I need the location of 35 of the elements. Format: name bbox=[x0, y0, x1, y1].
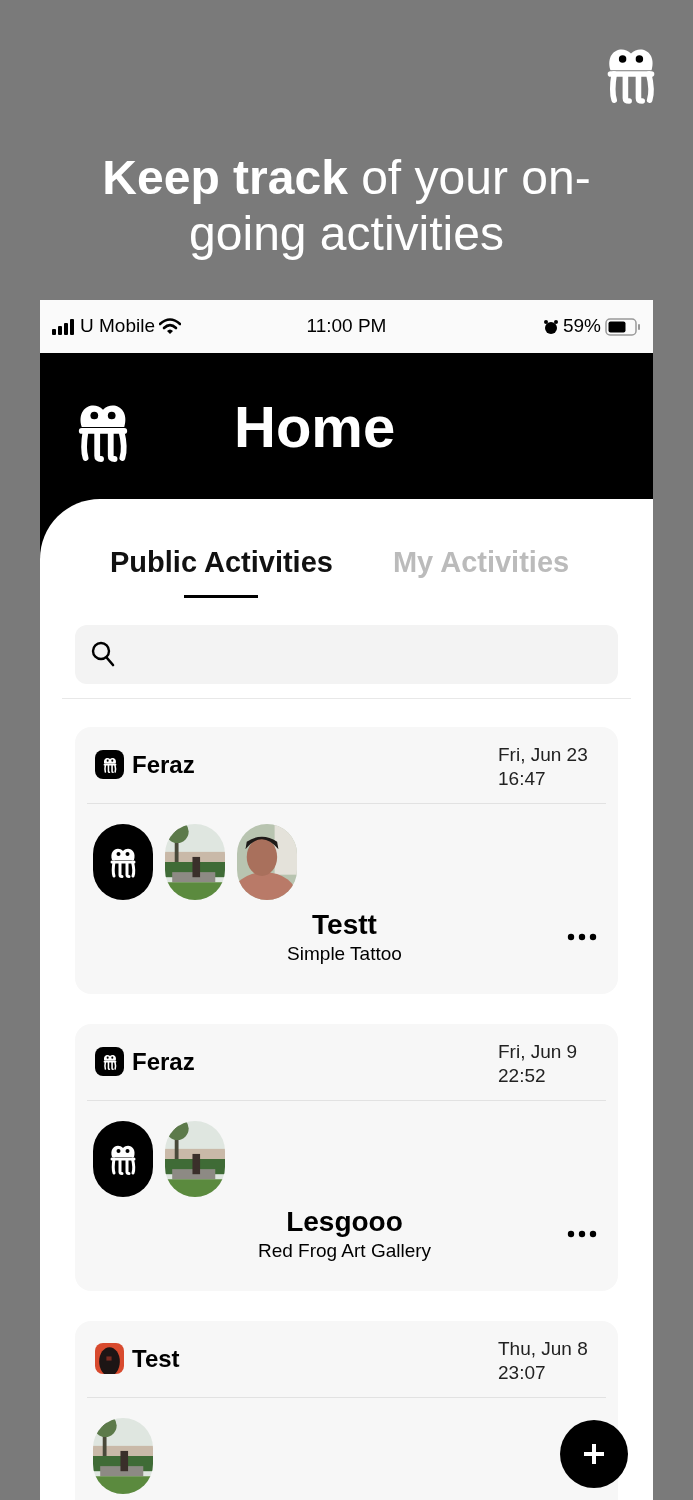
alarm-icon bbox=[542, 318, 559, 335]
activity-date: Fri, Jun 9 bbox=[498, 1039, 579, 1064]
participant-avatar[interactable] bbox=[93, 1120, 153, 1197]
activity-card[interactable]: Test Thu, Jun 8 23:07 bbox=[75, 1320, 618, 1500]
battery-percent: 59% bbox=[562, 314, 601, 339]
activity-subtitle: Red Frog Art Gallery bbox=[257, 1238, 432, 1263]
wifi-icon bbox=[159, 318, 181, 335]
activity-date: Thu, Jun 8 bbox=[498, 1336, 589, 1361]
activity-title: Lesgooo bbox=[286, 1204, 403, 1239]
activity-card[interactable]: Feraz Fri, Jun 9 22:52 Lesgooo Red Frog Art Gallery bbox=[75, 1023, 618, 1291]
activity-subtitle: Simple Tattoo bbox=[287, 941, 402, 966]
author-name: Test bbox=[132, 1343, 180, 1374]
activity-time: 22:52 bbox=[498, 1063, 547, 1088]
activity-card[interactable]: Feraz Fri, Jun 23 16:47 Testt Simple Tattoo bbox=[75, 726, 618, 994]
search-icon bbox=[91, 641, 115, 667]
page-title: Home bbox=[234, 392, 396, 461]
tab[interactable]: Public Activities bbox=[110, 541, 333, 598]
battery-icon bbox=[605, 317, 641, 336]
activity-time: 16:47 bbox=[498, 766, 547, 791]
headline: Keep track of your on-going activities bbox=[101, 150, 592, 262]
activity-time: 23:07 bbox=[498, 1360, 547, 1385]
frog-icon bbox=[101, 756, 118, 773]
more-icon bbox=[567, 1229, 597, 1238]
search-field[interactable] bbox=[75, 624, 618, 684]
participant-avatar[interactable] bbox=[93, 823, 153, 900]
author-name: Feraz bbox=[132, 1046, 195, 1077]
clock-time: 11:00 PM bbox=[306, 314, 387, 339]
frog-icon bbox=[101, 1053, 118, 1070]
plus-icon bbox=[582, 1442, 606, 1466]
carrier-name: U Mobile bbox=[80, 314, 155, 339]
activity-title: Testt bbox=[312, 907, 377, 942]
author-name: Feraz bbox=[132, 749, 195, 780]
activity-date: Fri, Jun 23 bbox=[498, 742, 589, 767]
signal-icon bbox=[52, 318, 76, 335]
more-icon bbox=[567, 932, 597, 941]
